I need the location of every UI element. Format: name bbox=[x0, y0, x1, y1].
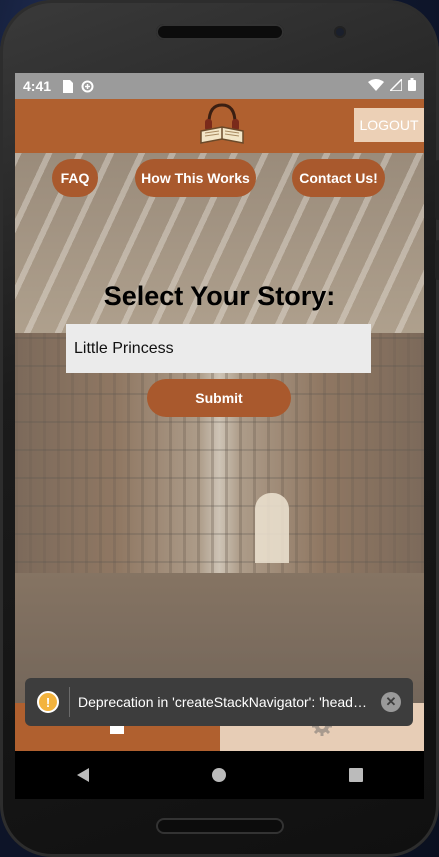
warning-icon: ! bbox=[37, 691, 59, 713]
earpiece-speaker bbox=[156, 24, 284, 40]
recents-icon[interactable] bbox=[341, 760, 371, 790]
signal-icon bbox=[388, 77, 403, 94]
deprecation-toast[interactable]: ! Deprecation in 'createStackNavigator':… bbox=[25, 678, 413, 726]
logout-button[interactable]: LOGOUT bbox=[354, 108, 424, 142]
story-input[interactable]: Little Princess bbox=[66, 324, 371, 373]
toast-divider bbox=[69, 687, 70, 717]
how-this-works-button[interactable]: How This Works bbox=[135, 159, 256, 197]
status-bar: 4:41 bbox=[15, 73, 424, 99]
status-time: 4:41 bbox=[23, 78, 52, 94]
background-overlay bbox=[15, 153, 424, 703]
volume-button bbox=[435, 160, 439, 220]
book-headphones-logo bbox=[197, 101, 247, 149]
app-header: LOGOUT bbox=[15, 99, 424, 153]
bottom-speaker bbox=[156, 818, 284, 834]
sd-card-icon bbox=[61, 79, 74, 93]
close-icon[interactable]: ✕ bbox=[381, 692, 401, 712]
data-saver-icon bbox=[81, 80, 94, 93]
page-title: Select Your Story: bbox=[103, 281, 336, 311]
front-camera bbox=[334, 26, 346, 38]
home-circle-icon[interactable] bbox=[204, 760, 234, 790]
android-nav-bar bbox=[15, 751, 424, 799]
power-button bbox=[435, 240, 439, 280]
toast-message: Deprecation in 'createStackNavigator': '… bbox=[78, 694, 373, 710]
app-screen: 4:41 LOGOUT FAQ How This Works Contact U… bbox=[15, 73, 424, 751]
wifi-icon bbox=[368, 78, 384, 94]
faq-button[interactable]: FAQ bbox=[52, 159, 98, 197]
battery-icon bbox=[408, 78, 416, 94]
submit-button[interactable]: Submit bbox=[147, 379, 291, 417]
back-icon[interactable] bbox=[68, 760, 98, 790]
contact-us-button[interactable]: Contact Us! bbox=[292, 159, 385, 197]
